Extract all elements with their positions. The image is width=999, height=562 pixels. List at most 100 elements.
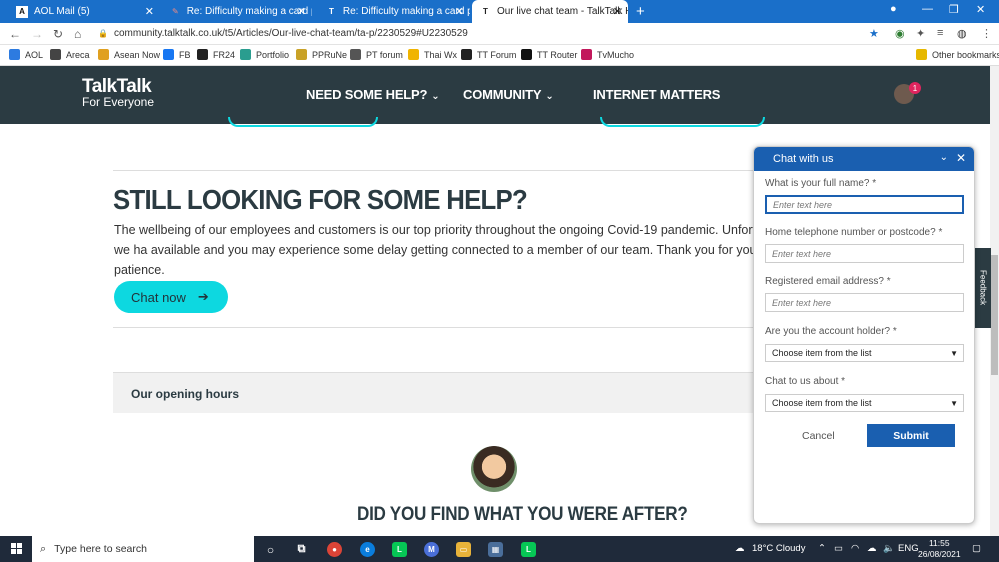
tab-aol-mail[interactable]: A AOL Mail (5) ✕: [8, 0, 160, 23]
account-holder-label: Are you the account holder? *: [765, 326, 897, 337]
phone-postcode-label: Home telephone number or postcode? *: [765, 227, 943, 238]
talktalk-icon: T: [483, 7, 488, 16]
calculator-icon[interactable]: ▦: [488, 542, 503, 557]
bookmark-tt-router[interactable]: TT Router: [521, 49, 577, 60]
talktalk-icon: [461, 49, 472, 60]
bookmark-fr24[interactable]: FR24: [197, 49, 235, 60]
did-you-find-heading: DID YOU FIND WHAT YOU WERE AFTER?: [357, 504, 688, 525]
nav-need-some-help[interactable]: NEED SOME HELP? ⌄: [306, 87, 440, 102]
bookmark-aol[interactable]: AOL: [9, 49, 43, 60]
email-input[interactable]: Enter text here: [765, 293, 964, 312]
divider: [113, 170, 753, 171]
messenger-icon[interactable]: M: [424, 542, 439, 557]
feedback-tab[interactable]: Feedback: [975, 248, 991, 328]
line-icon[interactable]: L: [392, 542, 407, 557]
menu-icon[interactable]: ⋮: [981, 27, 992, 40]
full-name-input[interactable]: Enter text here: [765, 195, 964, 214]
cortana-icon[interactable]: ○: [263, 542, 278, 557]
edge-icon[interactable]: e: [360, 542, 375, 557]
close-icon[interactable]: ✕: [297, 5, 306, 18]
folder-icon: [296, 49, 307, 60]
url-field[interactable]: 🔒 community.talktalk.co.uk/t5/Articles/O…: [98, 28, 468, 39]
chat-widget: Chat with us ⌄ ✕ What is your full name?…: [753, 146, 975, 524]
wifi-icon[interactable]: ◠: [851, 543, 859, 554]
asean-now-icon: [98, 49, 109, 60]
media-icon[interactable]: ≡: [937, 27, 943, 39]
bookmark-portfolio[interactable]: Portfolio: [240, 49, 289, 60]
lock-icon: 🔒: [98, 29, 108, 38]
browser-tab-bar: A AOL Mail (5) ✕ ✎ Re: Difficulty making…: [0, 0, 999, 23]
volume-icon[interactable]: 🔈: [883, 543, 895, 554]
chrome-icon[interactable]: ●: [327, 542, 342, 557]
bookmark-asean-now[interactable]: Asean Now: [98, 49, 160, 60]
window-close-icon[interactable]: ✕: [976, 3, 985, 16]
aol-icon: A: [16, 5, 28, 18]
tab-community-1[interactable]: ✎ Re: Difficulty making a card pay ✕: [162, 0, 312, 23]
tab-live-chat[interactable]: T Our live chat team - TalkTalk Hel ✕: [472, 0, 628, 23]
page-heading: STILL LOOKING FOR SOME HELP?: [113, 184, 528, 215]
tab-community-2[interactable]: T Re: Difficulty making a card pay ✕: [318, 0, 470, 23]
search-icon: ⌕: [40, 542, 47, 555]
chat-now-button[interactable]: Chat now ➔: [114, 281, 228, 313]
reload-icon[interactable]: ↻: [53, 27, 63, 41]
globe-icon: [50, 49, 61, 60]
other-bookmarks[interactable]: Other bookmarks: [916, 49, 999, 60]
new-tab-icon[interactable]: +: [636, 3, 645, 20]
nav-internet-matters[interactable]: INTERNET MATTERS: [593, 87, 720, 102]
bookmark-areca[interactable]: Areca: [50, 49, 90, 60]
language-indicator[interactable]: ENG: [898, 543, 919, 554]
bookmark-star-icon[interactable]: ★: [869, 27, 879, 40]
close-icon[interactable]: ✕: [145, 5, 154, 18]
close-icon[interactable]: ✕: [613, 5, 622, 18]
aol-icon: [9, 49, 20, 60]
task-view-icon[interactable]: ⧉: [294, 542, 309, 557]
facebook-icon: [163, 49, 174, 60]
back-icon[interactable]: ←: [9, 27, 21, 41]
extension-icon[interactable]: ◉: [895, 27, 905, 40]
taskbar-search[interactable]: ⌕ Type here to search: [32, 536, 254, 562]
weather-icon[interactable]: ☁: [735, 543, 745, 554]
opening-hours-accordion[interactable]: Our opening hours: [113, 372, 763, 413]
bookmark-tvmucho[interactable]: TvMucho: [581, 49, 634, 60]
home-icon[interactable]: ⌂: [74, 27, 81, 41]
chat-header: Chat with us ⌄ ✕: [754, 147, 974, 171]
account-holder-select[interactable]: Choose item from the list ▼: [765, 344, 964, 362]
email-label: Registered email address? *: [765, 276, 891, 287]
close-icon[interactable]: ✕: [455, 5, 464, 18]
talktalk-logo[interactable]: TalkTalk For Everyone: [82, 77, 154, 109]
avatar-icon[interactable]: ◍: [957, 27, 967, 40]
weather-text[interactable]: 18°C Cloudy: [752, 543, 805, 554]
windows-start-icon[interactable]: [11, 543, 22, 554]
notifications-icon[interactable]: ▢: [972, 543, 981, 554]
chat-about-label: Chat to us about *: [765, 376, 846, 387]
scrollbar-thumb[interactable]: [991, 255, 998, 375]
portfolio-icon: [240, 49, 251, 60]
cloud-icon[interactable]: ☁: [867, 543, 877, 554]
cancel-button[interactable]: Cancel: [802, 430, 835, 442]
nav-community[interactable]: COMMUNITY ⌄: [463, 87, 554, 102]
restore-icon[interactable]: ❐: [949, 3, 959, 16]
sun-icon: [408, 49, 419, 60]
chat-about-select[interactable]: Choose item from the list ▼: [765, 394, 964, 412]
phone-postcode-input[interactable]: Enter text here: [765, 244, 964, 263]
divider: [113, 327, 753, 328]
bookmark-tt-forum[interactable]: TT Forum: [461, 49, 516, 60]
submit-button[interactable]: Submit: [867, 424, 955, 447]
minimize-icon[interactable]: —: [922, 3, 933, 15]
notification-badge[interactable]: 1: [909, 82, 921, 94]
line-icon[interactable]: L: [521, 542, 536, 557]
file-explorer-icon[interactable]: ▭: [456, 542, 471, 557]
bookmark-pprune[interactable]: PPRuNe: [296, 49, 347, 60]
network-icon[interactable]: ▭: [834, 543, 843, 554]
puzzle-icon[interactable]: ✦: [916, 27, 925, 40]
forward-icon[interactable]: →: [31, 27, 43, 41]
bookmark-fb[interactable]: FB: [163, 49, 191, 60]
show-hidden-icons-icon[interactable]: ⌃: [818, 543, 826, 554]
bookmark-thai-wx[interactable]: Thai Wx: [408, 49, 457, 60]
profile-menu-icon[interactable]: ●: [890, 3, 897, 15]
close-icon[interactable]: ✕: [956, 151, 966, 165]
covid-notice: The wellbeing of our employees and custo…: [114, 223, 799, 277]
chevron-down-icon[interactable]: ⌄: [940, 152, 948, 163]
bookmark-pt-forum[interactable]: PT forum: [350, 49, 403, 60]
system-clock[interactable]: 11:55 26/08/2021: [918, 538, 961, 560]
